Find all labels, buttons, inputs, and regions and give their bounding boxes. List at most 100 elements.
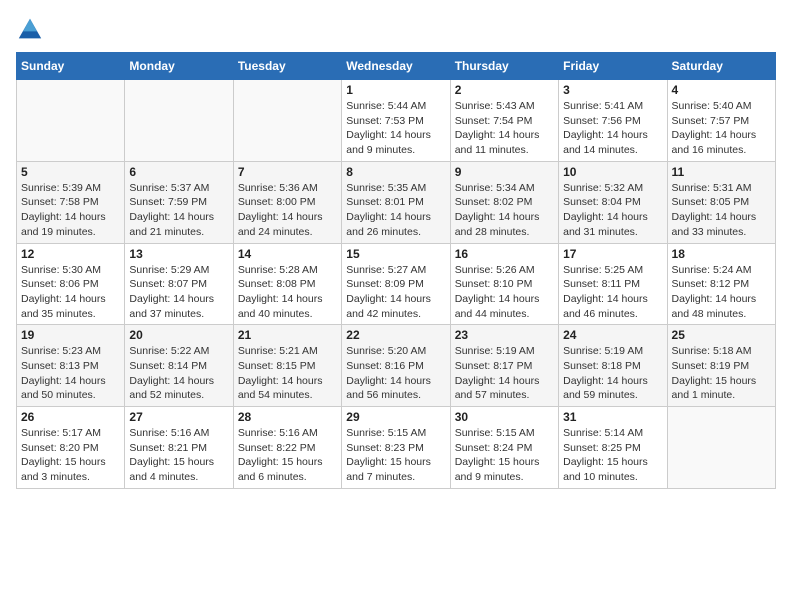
day-info: Sunrise: 5:25 AM Sunset: 8:11 PM Dayligh… [563, 263, 662, 322]
day-info: Sunrise: 5:19 AM Sunset: 8:17 PM Dayligh… [455, 344, 554, 403]
calendar-day-cell: 23 Sunrise: 5:19 AM Sunset: 8:17 PM Dayli… [450, 325, 558, 407]
day-info: Sunrise: 5:37 AM Sunset: 7:59 PM Dayligh… [129, 181, 228, 240]
calendar-table: SundayMondayTuesdayWednesdayThursdayFrid… [16, 52, 776, 489]
day-info: Sunrise: 5:36 AM Sunset: 8:00 PM Dayligh… [238, 181, 337, 240]
day-info: Sunrise: 5:15 AM Sunset: 8:23 PM Dayligh… [346, 426, 445, 485]
day-info: Sunrise: 5:23 AM Sunset: 8:13 PM Dayligh… [21, 344, 120, 403]
day-info: Sunrise: 5:19 AM Sunset: 8:18 PM Dayligh… [563, 344, 662, 403]
day-number: 29 [346, 410, 445, 424]
day-number: 11 [672, 165, 771, 179]
day-info: Sunrise: 5:17 AM Sunset: 8:20 PM Dayligh… [21, 426, 120, 485]
calendar-day-cell: 27 Sunrise: 5:16 AM Sunset: 8:21 PM Dayli… [125, 407, 233, 489]
day-info: Sunrise: 5:24 AM Sunset: 8:12 PM Dayligh… [672, 263, 771, 322]
calendar-day-cell: 28Sunrise: 5:16 AM Sunset: 8:22 PM Dayli… [233, 407, 341, 489]
calendar-day-cell: 30 Sunrise: 5:15 AM Sunset: 8:24 PM Dayli… [450, 407, 558, 489]
day-number: 15 [346, 247, 445, 261]
day-number: 22 [346, 328, 445, 342]
calendar-day-cell: 4Sunrise: 5:40 AM Sunset: 7:57 PM Daylig… [667, 80, 775, 162]
calendar-day-cell: 10 Sunrise: 5:32 AM Sunset: 8:04 PM Dayli… [559, 161, 667, 243]
calendar-day-cell [17, 80, 125, 162]
calendar-day-cell [125, 80, 233, 162]
day-number: 24 [563, 328, 662, 342]
day-info: Sunrise: 5:40 AM Sunset: 7:57 PM Dayligh… [672, 99, 771, 158]
calendar-day-cell: 22 Sunrise: 5:20 AM Sunset: 8:16 PM Dayli… [342, 325, 450, 407]
day-info: Sunrise: 5:41 AM Sunset: 7:56 PM Dayligh… [563, 99, 662, 158]
day-info: Sunrise: 5:30 AM Sunset: 8:06 PM Dayligh… [21, 263, 120, 322]
page-header [16, 16, 776, 44]
calendar-day-cell: 14 Sunrise: 5:28 AM Sunset: 8:08 PM Dayli… [233, 243, 341, 325]
day-info: Sunrise: 5:31 AM Sunset: 8:05 PM Dayligh… [672, 181, 771, 240]
day-number: 20 [129, 328, 228, 342]
day-info: Sunrise: 5:35 AM Sunset: 8:01 PM Dayligh… [346, 181, 445, 240]
day-info: Sunrise: 5:32 AM Sunset: 8:04 PM Dayligh… [563, 181, 662, 240]
day-number: 13 [129, 247, 228, 261]
calendar-day-cell: 5Sunrise: 5:39 AM Sunset: 7:58 PM Daylig… [17, 161, 125, 243]
calendar-week-row: 5Sunrise: 5:39 AM Sunset: 7:58 PM Daylig… [17, 161, 776, 243]
day-number: 14 [238, 247, 337, 261]
calendar-day-cell: 1Sunrise: 5:44 AM Sunset: 7:53 PM Daylig… [342, 80, 450, 162]
day-number: 16 [455, 247, 554, 261]
calendar-day-cell: 17 Sunrise: 5:25 AM Sunset: 8:11 PM Dayli… [559, 243, 667, 325]
calendar-day-cell: 18 Sunrise: 5:24 AM Sunset: 8:12 PM Dayli… [667, 243, 775, 325]
day-info: Sunrise: 5:14 AM Sunset: 8:25 PM Dayligh… [563, 426, 662, 485]
day-number: 2 [455, 83, 554, 97]
day-number: 28 [238, 410, 337, 424]
day-number: 3 [563, 83, 662, 97]
day-number: 17 [563, 247, 662, 261]
calendar-week-row: 19Sunrise: 5:23 AM Sunset: 8:13 PM Dayli… [17, 325, 776, 407]
calendar-header-row: SundayMondayTuesdayWednesdayThursdayFrid… [17, 53, 776, 80]
day-info: Sunrise: 5:18 AM Sunset: 8:19 PM Dayligh… [672, 344, 771, 403]
day-number: 21 [238, 328, 337, 342]
calendar-day-cell: 20 Sunrise: 5:22 AM Sunset: 8:14 PM Dayli… [125, 325, 233, 407]
logo [16, 16, 48, 44]
day-of-week-header: Sunday [17, 53, 125, 80]
day-number: 25 [672, 328, 771, 342]
logo-icon [16, 16, 44, 44]
calendar-day-cell: 24 Sunrise: 5:19 AM Sunset: 8:18 PM Dayli… [559, 325, 667, 407]
calendar-day-cell: 26 Sunrise: 5:17 AM Sunset: 8:20 PM Dayli… [17, 407, 125, 489]
day-number: 23 [455, 328, 554, 342]
day-number: 31 [563, 410, 662, 424]
calendar-day-cell: 3 Sunrise: 5:41 AM Sunset: 7:56 PM Daylig… [559, 80, 667, 162]
calendar-day-cell: 15Sunrise: 5:27 AM Sunset: 8:09 PM Dayli… [342, 243, 450, 325]
calendar-day-cell: 13 Sunrise: 5:29 AM Sunset: 8:07 PM Dayli… [125, 243, 233, 325]
calendar-day-cell: 16Sunrise: 5:26 AM Sunset: 8:10 PM Dayli… [450, 243, 558, 325]
day-number: 10 [563, 165, 662, 179]
day-of-week-header: Wednesday [342, 53, 450, 80]
day-info: Sunrise: 5:22 AM Sunset: 8:14 PM Dayligh… [129, 344, 228, 403]
calendar-day-cell [667, 407, 775, 489]
day-info: Sunrise: 5:20 AM Sunset: 8:16 PM Dayligh… [346, 344, 445, 403]
calendar-day-cell: 2 Sunrise: 5:43 AM Sunset: 7:54 PM Daylig… [450, 80, 558, 162]
calendar-day-cell: 21 Sunrise: 5:21 AM Sunset: 8:15 PM Dayli… [233, 325, 341, 407]
day-info: Sunrise: 5:16 AM Sunset: 8:21 PM Dayligh… [129, 426, 228, 485]
day-of-week-header: Thursday [450, 53, 558, 80]
day-info: Sunrise: 5:29 AM Sunset: 8:07 PM Dayligh… [129, 263, 228, 322]
calendar-day-cell: 6Sunrise: 5:37 AM Sunset: 7:59 PM Daylig… [125, 161, 233, 243]
calendar-day-cell: 25 Sunrise: 5:18 AM Sunset: 8:19 PM Dayli… [667, 325, 775, 407]
calendar-day-cell: 19Sunrise: 5:23 AM Sunset: 8:13 PM Dayli… [17, 325, 125, 407]
calendar-week-row: 12 Sunrise: 5:30 AM Sunset: 8:06 PM Dayli… [17, 243, 776, 325]
day-of-week-header: Saturday [667, 53, 775, 80]
calendar-day-cell [233, 80, 341, 162]
day-info: Sunrise: 5:43 AM Sunset: 7:54 PM Dayligh… [455, 99, 554, 158]
day-number: 12 [21, 247, 120, 261]
calendar-week-row: 26 Sunrise: 5:17 AM Sunset: 8:20 PM Dayli… [17, 407, 776, 489]
day-info: Sunrise: 5:15 AM Sunset: 8:24 PM Dayligh… [455, 426, 554, 485]
calendar-day-cell: 11 Sunrise: 5:31 AM Sunset: 8:05 PM Dayli… [667, 161, 775, 243]
calendar-day-cell: 12 Sunrise: 5:30 AM Sunset: 8:06 PM Dayli… [17, 243, 125, 325]
calendar-day-cell: 31 Sunrise: 5:14 AM Sunset: 8:25 PM Dayli… [559, 407, 667, 489]
day-number: 30 [455, 410, 554, 424]
day-number: 9 [455, 165, 554, 179]
day-of-week-header: Friday [559, 53, 667, 80]
day-number: 5 [21, 165, 120, 179]
day-info: Sunrise: 5:21 AM Sunset: 8:15 PM Dayligh… [238, 344, 337, 403]
day-number: 26 [21, 410, 120, 424]
day-number: 8 [346, 165, 445, 179]
calendar-day-cell: 8 Sunrise: 5:35 AM Sunset: 8:01 PM Daylig… [342, 161, 450, 243]
calendar-week-row: 1Sunrise: 5:44 AM Sunset: 7:53 PM Daylig… [17, 80, 776, 162]
day-info: Sunrise: 5:28 AM Sunset: 8:08 PM Dayligh… [238, 263, 337, 322]
day-info: Sunrise: 5:44 AM Sunset: 7:53 PM Dayligh… [346, 99, 445, 158]
day-number: 27 [129, 410, 228, 424]
day-number: 18 [672, 247, 771, 261]
calendar-day-cell: 7Sunrise: 5:36 AM Sunset: 8:00 PM Daylig… [233, 161, 341, 243]
